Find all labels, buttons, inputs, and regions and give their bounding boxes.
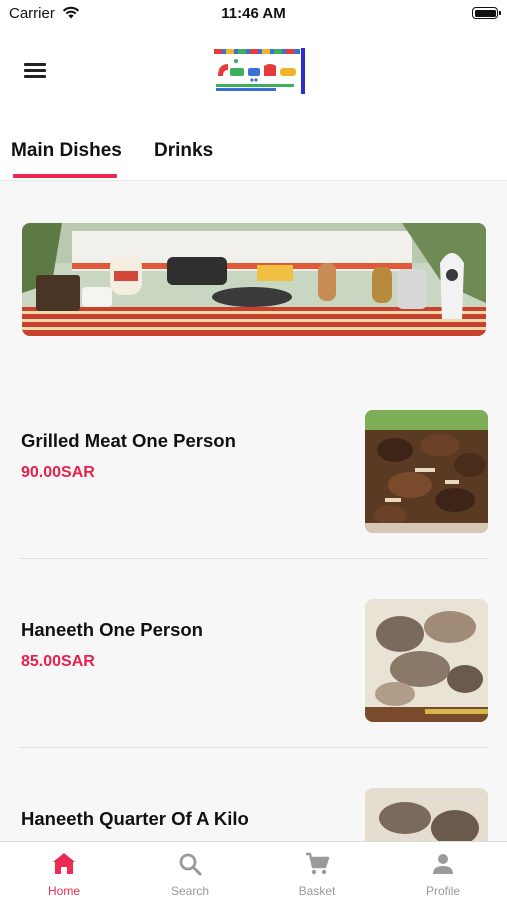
profile-icon: [433, 854, 453, 874]
nav-label: Profile: [425, 884, 460, 898]
restaurant-banner-image: [22, 223, 486, 336]
tab-drinks[interactable]: Drinks: [154, 140, 213, 162]
nav-label: Basket: [298, 884, 336, 898]
restaurant-logo: [212, 46, 306, 96]
dish-name: Haneeth One Person: [21, 619, 203, 640]
nav-home[interactable]: Home: [1, 842, 127, 901]
tab-main-dishes[interactable]: Main Dishes: [11, 140, 122, 162]
dish-price: 90.00SAR: [21, 464, 95, 481]
home-icon: [53, 853, 75, 874]
nav-label: Search: [170, 884, 210, 898]
status-bar: Carrier 11:46 AM: [0, 0, 507, 28]
dish-item[interactable]: Haneeth Quarter Of A Kilo: [0, 748, 507, 841]
bottom-navigation: Home Search Basket Profile: [0, 841, 507, 901]
dish-price: 85.00SAR: [21, 653, 95, 670]
active-tab-indicator: [13, 174, 117, 178]
nav-label: Home: [47, 884, 80, 898]
nav-search[interactable]: Search: [127, 842, 253, 901]
cart-icon: [306, 852, 330, 875]
category-tabs: Main Dishes Drinks: [0, 128, 507, 181]
battery-icon: [472, 7, 501, 19]
dish-name: Haneeth Quarter Of A Kilo: [21, 808, 249, 829]
dish-name: Grilled Meat One Person: [21, 430, 236, 451]
dish-image: [365, 410, 488, 533]
nav-profile[interactable]: Profile: [380, 842, 506, 901]
hamburger-menu-icon[interactable]: [24, 61, 46, 79]
nav-basket[interactable]: Basket: [254, 842, 380, 901]
status-time: 11:46 AM: [221, 5, 286, 22]
dish-image: [365, 788, 488, 841]
dish-item[interactable]: Haneeth One Person 85.00SAR: [0, 559, 507, 748]
dish-item[interactable]: Grilled Meat One Person 90.00SAR: [0, 370, 507, 559]
search-icon: [179, 853, 202, 876]
dish-image: [365, 599, 488, 722]
menu-content[interactable]: Grilled Meat One Person 90.00SAR Haneeth…: [0, 181, 507, 841]
